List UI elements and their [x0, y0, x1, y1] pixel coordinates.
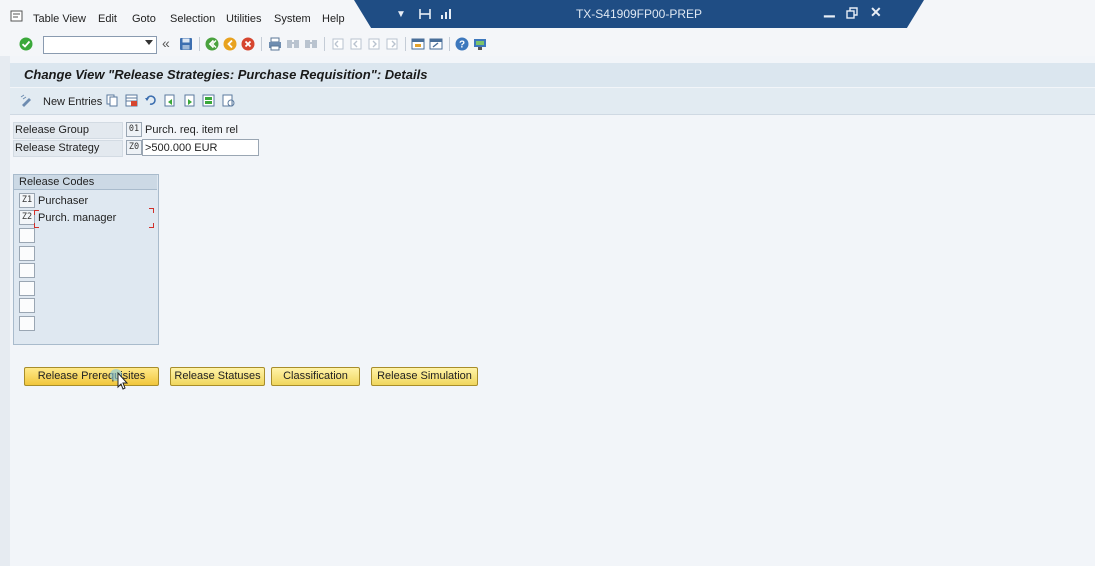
generate-shortcut-icon[interactable] — [429, 37, 443, 51]
pin-icon[interactable] — [418, 7, 432, 21]
page-title: Change View "Release Strategies: Purchas… — [24, 67, 428, 82]
collapse-command-icon[interactable]: « — [162, 35, 170, 51]
next-page-icon — [368, 38, 380, 50]
menu-table-view[interactable]: Table View — [33, 13, 86, 25]
performance-bars-icon[interactable] — [440, 6, 454, 20]
toolbar-separator — [324, 37, 325, 51]
back-icon[interactable] — [205, 37, 219, 51]
release-code-cell[interactable]: Z2 — [19, 210, 35, 225]
last-page-icon — [386, 38, 398, 50]
menu-help[interactable]: Help — [322, 13, 345, 25]
release-code-cell[interactable] — [19, 228, 35, 243]
customize-layout-icon[interactable] — [473, 37, 487, 51]
menu-goto[interactable]: Goto — [132, 13, 156, 25]
enter-check-icon[interactable] — [19, 37, 33, 51]
first-page-icon — [332, 38, 344, 50]
mouse-cursor-icon — [110, 369, 129, 390]
command-field[interactable] — [43, 36, 157, 54]
menu-utilities[interactable]: Utilities — [226, 13, 261, 25]
delete-icon[interactable] — [125, 94, 138, 107]
save-icon[interactable] — [179, 37, 193, 51]
create-session-icon[interactable] — [411, 37, 425, 51]
release-code-cell[interactable] — [19, 263, 35, 278]
close-icon[interactable]: ✕ — [870, 5, 882, 19]
focus-corner-mark — [149, 208, 154, 213]
menu-selection[interactable]: Selection — [170, 13, 215, 25]
minimize-icon[interactable]: ▁ — [824, 2, 835, 16]
restore-icon[interactable] — [846, 7, 859, 19]
release-strategy-code: Z0 — [126, 140, 142, 155]
toolbar-separator — [405, 37, 406, 51]
release-simulation-button[interactable]: Release Simulation — [371, 367, 478, 386]
menu-system[interactable]: System — [274, 13, 311, 25]
focus-corner-mark — [149, 223, 154, 228]
release-strategy-label: Release Strategy — [15, 142, 100, 154]
menu-edit[interactable]: Edit — [98, 13, 117, 25]
window-title-bar: TX-S41909FP00-PREP ▼ ▁ ✕ — [354, 0, 924, 28]
toolbar-separator — [449, 37, 450, 51]
release-strategy-description: >500.000 EUR — [145, 142, 218, 154]
toolbar-separator — [261, 37, 262, 51]
next-entry-icon[interactable] — [183, 94, 196, 107]
previous-page-icon — [350, 38, 362, 50]
release-statuses-button[interactable]: Release Statuses — [170, 367, 265, 386]
release-group-label: Release Group — [15, 124, 89, 136]
release-code-description: Purch. manager — [38, 212, 117, 224]
left-edge-strip — [0, 0, 10, 566]
toolbar-separator — [199, 37, 200, 51]
cancel-icon[interactable] — [241, 37, 255, 51]
display-change-icon[interactable] — [20, 94, 33, 107]
customize-dropdown-icon[interactable]: ▼ — [396, 8, 406, 22]
exit-icon[interactable] — [223, 37, 237, 51]
release-code-cell[interactable] — [19, 281, 35, 296]
release-group-description: Purch. req. item rel — [145, 124, 238, 136]
command-history-dropdown-icon[interactable] — [145, 40, 153, 45]
system-menu-icon[interactable] — [10, 10, 23, 22]
release-group-code: 01 — [126, 122, 142, 137]
classification-button[interactable]: Classification — [271, 367, 360, 386]
find-next-icon — [305, 40, 317, 48]
copy-as-icon[interactable] — [106, 94, 119, 107]
focus-corner-mark — [34, 210, 39, 215]
deselect-all-icon[interactable] — [222, 94, 235, 107]
release-code-description: Purchaser — [38, 195, 89, 207]
new-entries-button[interactable]: New Entries — [43, 96, 102, 108]
release-prerequisites-button[interactable]: Release Prerequisites — [24, 367, 159, 386]
svg-text:?: ? — [459, 40, 465, 51]
undo-change-icon[interactable] — [144, 94, 157, 107]
print-icon[interactable] — [268, 37, 282, 51]
release-code-cell[interactable] — [19, 316, 35, 331]
release-codes-header-label: Release Codes — [19, 176, 95, 188]
release-code-cell[interactable]: Z1 — [19, 193, 35, 208]
find-icon — [287, 40, 299, 48]
previous-entry-icon[interactable] — [163, 94, 176, 107]
release-code-cell[interactable] — [19, 246, 35, 261]
release-code-cell[interactable] — [19, 298, 35, 313]
help-icon[interactable]: ? — [455, 37, 469, 51]
select-all-icon[interactable] — [202, 94, 215, 107]
